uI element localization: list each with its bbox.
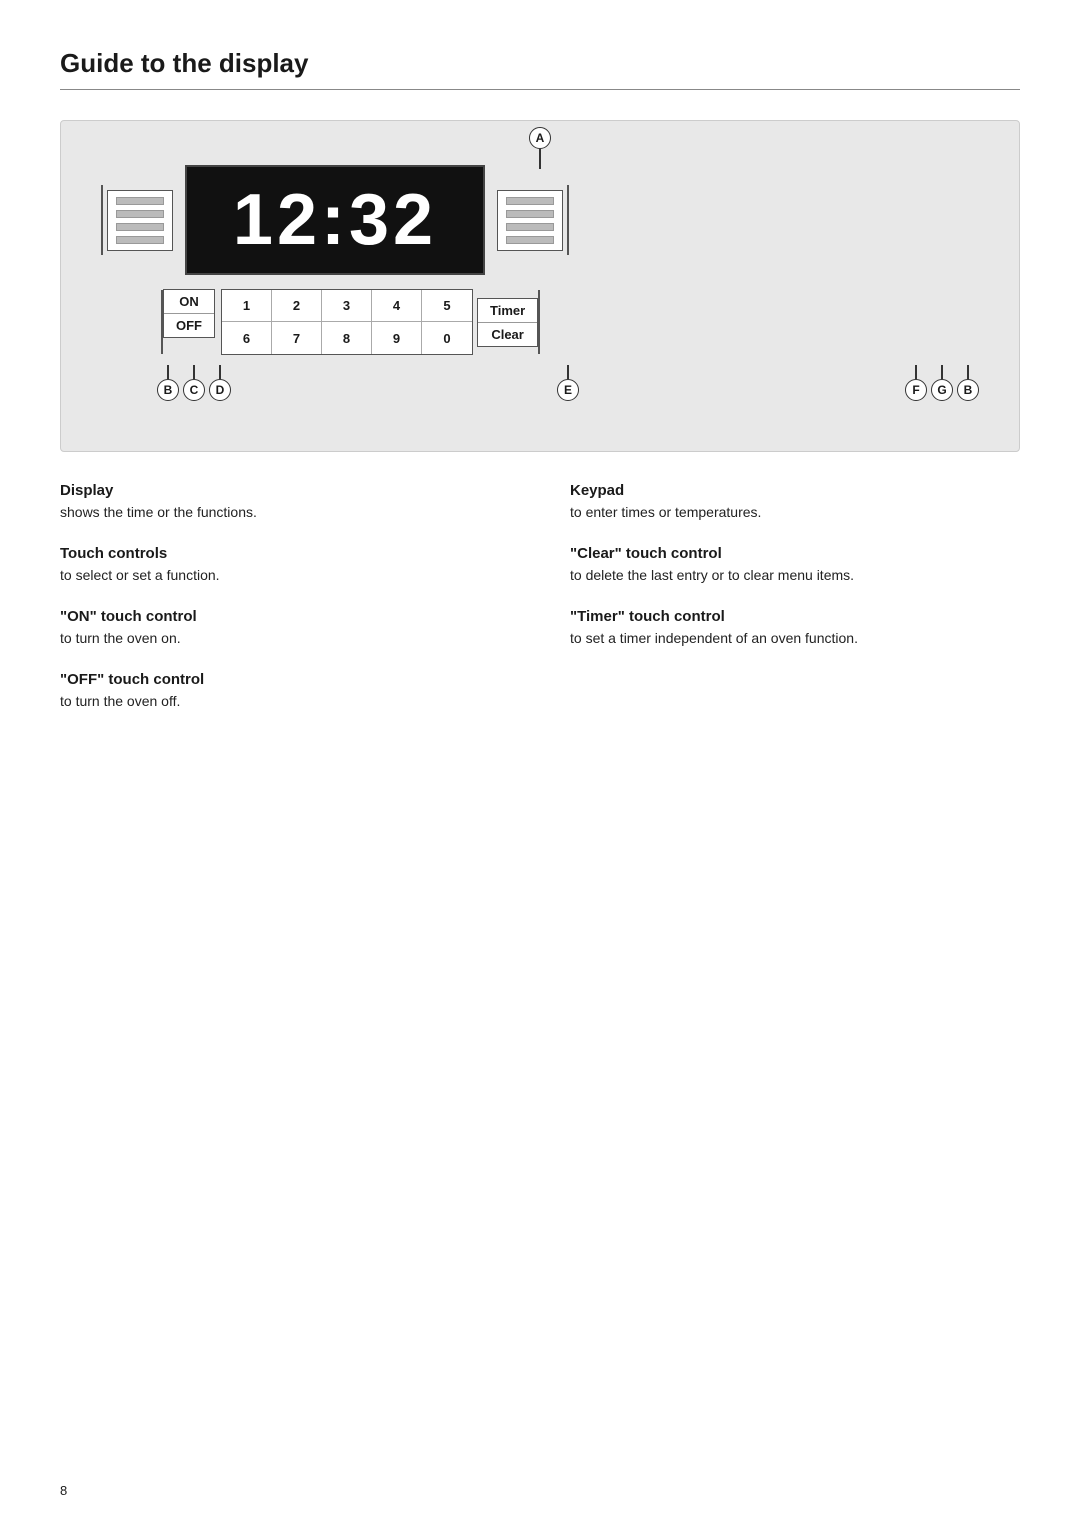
timer-clear-group: Timer Clear bbox=[477, 298, 538, 347]
label-b-left: B bbox=[157, 379, 179, 401]
timer-button[interactable]: Timer bbox=[478, 299, 537, 323]
keypad-group: 1 2 3 4 5 6 7 8 9 0 bbox=[221, 289, 473, 355]
key-6[interactable]: 6 bbox=[222, 322, 272, 354]
key-2[interactable]: 2 bbox=[272, 290, 322, 322]
timer-control-desc: to set a timer independent of an oven fu… bbox=[570, 628, 1020, 649]
label-g: G bbox=[931, 379, 953, 401]
label-d: D bbox=[209, 379, 231, 401]
label-b-right: B bbox=[957, 379, 979, 401]
controls-row: ON OFF 1 2 3 4 5 6 7 8 9 0 Tim bbox=[161, 289, 979, 355]
key-7[interactable]: 7 bbox=[272, 322, 322, 354]
left-touch-panel bbox=[107, 190, 173, 251]
display-time: 12:32 bbox=[233, 179, 437, 261]
page-title: Guide to the display bbox=[60, 48, 1020, 79]
title-divider bbox=[60, 89, 1020, 90]
on-button[interactable]: ON bbox=[164, 290, 214, 314]
key-4[interactable]: 4 bbox=[372, 290, 422, 322]
keypad-row-2: 6 7 8 9 0 bbox=[222, 322, 472, 354]
display-desc: shows the time or the functions. bbox=[60, 502, 510, 523]
timer-control-title: "Timer" touch control bbox=[570, 608, 1020, 625]
content-left-col: Display shows the time or the functions.… bbox=[60, 482, 510, 734]
off-button[interactable]: OFF bbox=[164, 314, 214, 337]
content-touch-controls: Touch controls to select or set a functi… bbox=[60, 545, 510, 586]
display-title: Display bbox=[60, 482, 510, 499]
display-screen: 12:32 bbox=[185, 165, 485, 275]
keypad-title: Keypad bbox=[570, 482, 1020, 499]
page-number: 8 bbox=[60, 1483, 67, 1498]
label-e: E bbox=[557, 379, 579, 401]
content-on-control: "ON" touch control to turn the oven on. bbox=[60, 608, 510, 649]
keypad-row-1: 1 2 3 4 5 bbox=[222, 290, 472, 322]
keypad-desc: to enter times or temperatures. bbox=[570, 502, 1020, 523]
content-timer-control: "Timer" touch control to set a timer ind… bbox=[570, 608, 1020, 649]
off-control-desc: to turn the oven off. bbox=[60, 691, 510, 712]
on-control-title: "ON" touch control bbox=[60, 608, 510, 625]
clear-button[interactable]: Clear bbox=[478, 323, 537, 346]
clear-control-desc: to delete the last entry or to clear men… bbox=[570, 565, 1020, 586]
on-control-desc: to turn the oven on. bbox=[60, 628, 510, 649]
content-section: Display shows the time or the functions.… bbox=[60, 482, 1020, 734]
content-off-control: "OFF" touch control to turn the oven off… bbox=[60, 671, 510, 712]
content-display: Display shows the time or the functions. bbox=[60, 482, 510, 523]
key-1[interactable]: 1 bbox=[222, 290, 272, 322]
off-control-title: "OFF" touch control bbox=[60, 671, 510, 688]
touch-controls-title: Touch controls bbox=[60, 545, 510, 562]
key-8[interactable]: 8 bbox=[322, 322, 372, 354]
on-off-group: ON OFF bbox=[163, 289, 215, 338]
circle-a: A bbox=[529, 127, 551, 149]
content-keypad: Keypad to enter times or temperatures. bbox=[570, 482, 1020, 523]
oven-panel: 12:32 bbox=[101, 165, 979, 275]
content-right-col: Keypad to enter times or temperatures. "… bbox=[570, 482, 1020, 734]
content-clear-control: "Clear" touch control to delete the last… bbox=[570, 545, 1020, 586]
diagram-area: A 12:32 bbox=[60, 120, 1020, 452]
label-c: C bbox=[183, 379, 205, 401]
touch-controls-desc: to select or set a function. bbox=[60, 565, 510, 586]
key-5[interactable]: 5 bbox=[422, 290, 472, 322]
key-3[interactable]: 3 bbox=[322, 290, 372, 322]
key-0[interactable]: 0 bbox=[422, 322, 472, 354]
right-touch-panel bbox=[497, 190, 563, 251]
key-9[interactable]: 9 bbox=[372, 322, 422, 354]
label-a: A bbox=[529, 127, 551, 169]
clear-control-title: "Clear" touch control bbox=[570, 545, 1020, 562]
label-f: F bbox=[905, 379, 927, 401]
